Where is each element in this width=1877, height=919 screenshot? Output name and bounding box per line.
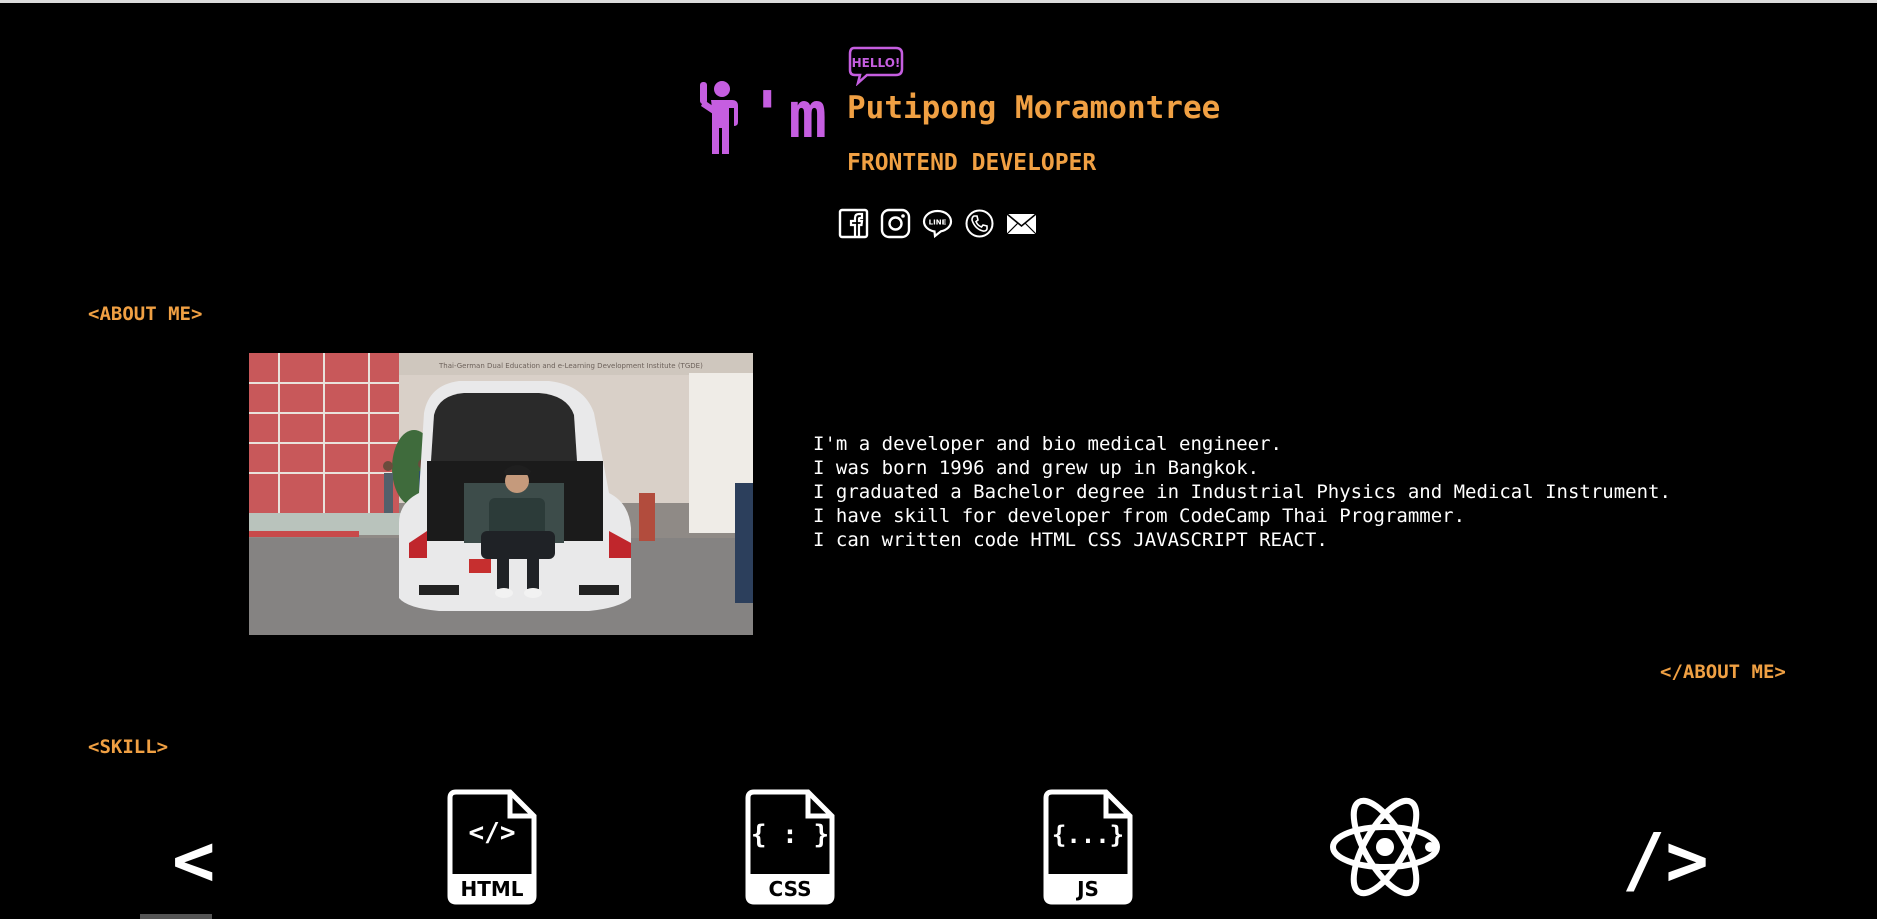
html-label: HTML <box>460 877 523 901</box>
skill-carousel: < </> HTML { : } CSS {...} JS /> <box>0 780 1877 919</box>
hello-badge-text: HELLO! <box>852 56 901 70</box>
html-code-glyph: </> <box>469 818 516 848</box>
developer-role: FRONTEND DEVELOPER <box>847 150 1097 176</box>
css-code-glyph: { : } <box>751 820 829 850</box>
scrollbar-thumb[interactable] <box>140 914 212 919</box>
carousel-prev-button[interactable]: < <box>172 820 215 900</box>
react-atom-icon <box>1330 797 1440 897</box>
line-icon[interactable]: LINE <box>922 208 953 239</box>
hello-speech-bubble-icon: HELLO! <box>848 46 904 86</box>
html-file-icon: </> HTML <box>447 789 537 905</box>
photo-sign-text: Thai-German Dual Education and e-Learnin… <box>438 362 703 370</box>
bio-line: I have skill for developer from CodeCamp… <box>813 505 1466 527</box>
bio-line: I graduated a Bachelor degree in Industr… <box>813 481 1671 503</box>
css-file-icon: { : } CSS <box>745 789 835 905</box>
css-label: CSS <box>769 877 812 901</box>
skill-open-tag: <SKILL> <box>88 736 169 758</box>
mail-icon[interactable] <box>1006 208 1037 239</box>
line-icon-text: LINE <box>929 219 947 227</box>
about-bio: I'm a developer and bio medical engineer… <box>813 432 1671 552</box>
developer-name: Putipong Moramontree <box>847 90 1221 126</box>
profile-photo: Thai-German Dual Education and e-Learnin… <box>249 353 753 635</box>
profile-header: 'm HELLO! Putipong Moramontree FRONTEND … <box>0 0 1877 260</box>
person-waving-icon <box>700 81 738 154</box>
im-heading: 'm <box>748 79 830 153</box>
about-open-tag: <ABOUT ME> <box>88 303 203 325</box>
js-label: JS <box>1075 877 1099 901</box>
facebook-icon[interactable] <box>838 208 869 239</box>
carousel-next-button[interactable]: /> <box>1622 820 1709 900</box>
phone-icon[interactable] <box>964 208 995 239</box>
social-links: LINE <box>838 208 1037 239</box>
about-close-tag: </ABOUT ME> <box>1660 661 1786 683</box>
bio-line: I'm a developer and bio medical engineer… <box>813 433 1282 455</box>
js-code-glyph: {...} <box>1052 821 1124 849</box>
bio-line: I was born 1996 and grew up in Bangkok. <box>813 457 1260 479</box>
instagram-icon[interactable] <box>880 208 911 239</box>
js-file-icon: {...} JS <box>1043 789 1133 905</box>
bio-line: I can written code HTML CSS JAVASCRIPT R… <box>813 529 1328 551</box>
